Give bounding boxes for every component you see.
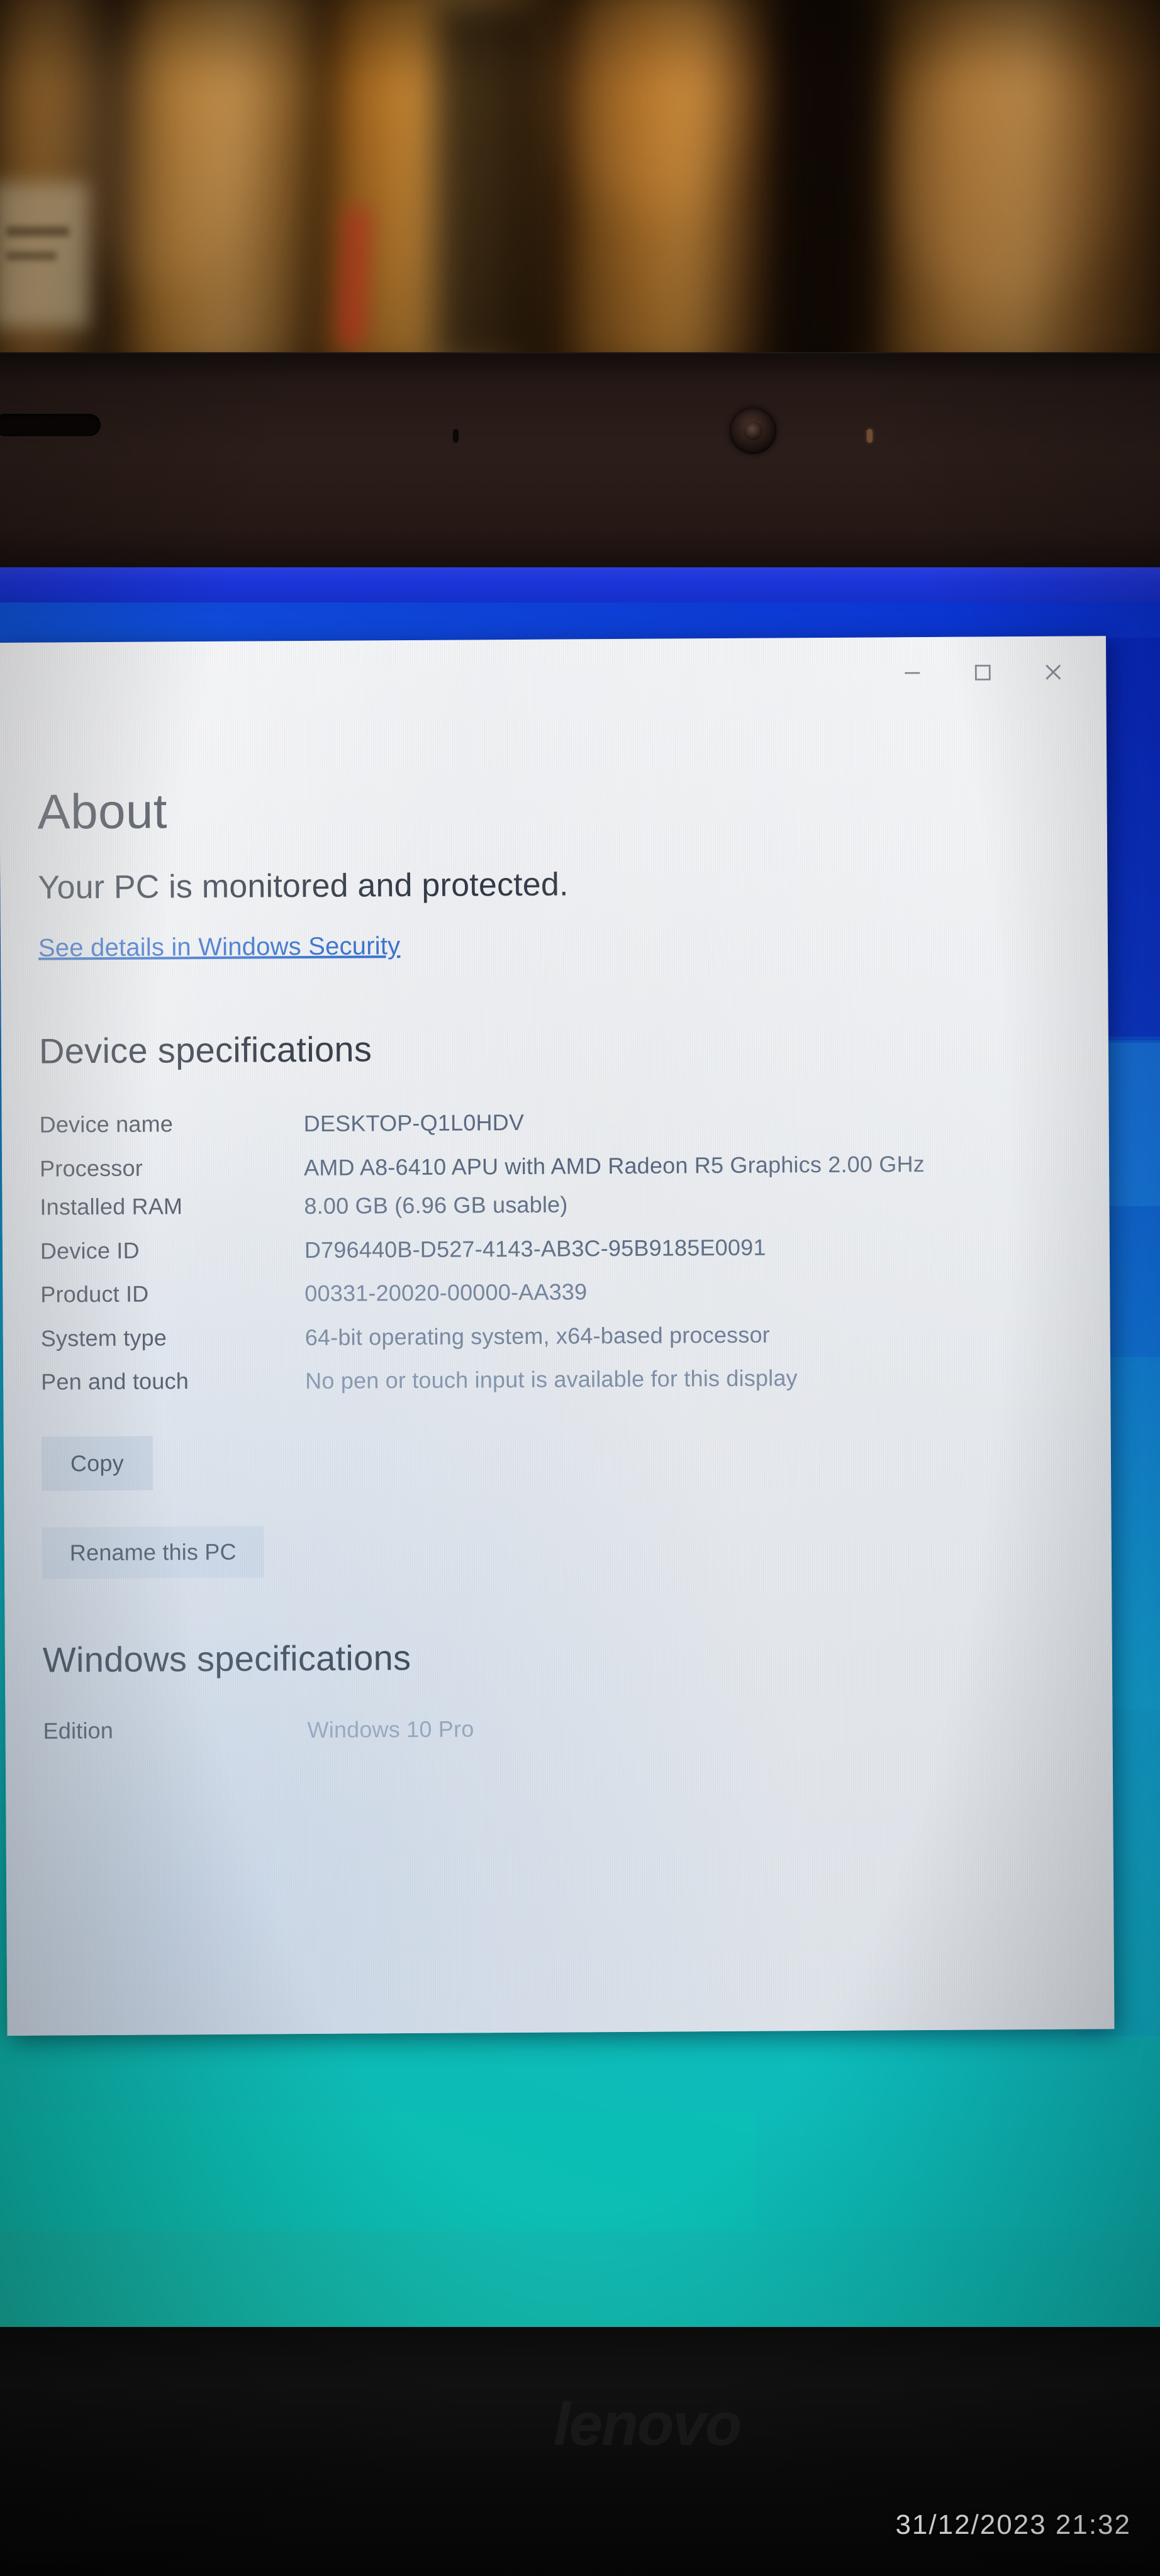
- spec-row-product-id: Product ID 00331-20020-00000-AA339: [40, 1274, 1072, 1311]
- spec-row-processor: Processor AMD A8-6410 APU with AMD Radeo…: [40, 1148, 1071, 1184]
- lenovo-logo: lenovo: [554, 2390, 742, 2458]
- background-label-line: [6, 252, 57, 260]
- spec-label: Edition: [43, 1717, 114, 1744]
- spec-value: 00331-20020-00000-AA339: [304, 1279, 588, 1307]
- spec-value: No pen or touch input is available for t…: [305, 1365, 798, 1394]
- protection-status-text: Your PC is monitored and protected.: [38, 866, 569, 906]
- webcam-lens-inner: [744, 421, 762, 440]
- background-shadow: [786, 0, 881, 368]
- spec-row-pen-and-touch: Pen and touch No pen or touch input is a…: [41, 1362, 1073, 1398]
- spec-label: Installed RAM: [40, 1193, 183, 1220]
- spec-row-system-type: System type 64-bit operating system, x64…: [41, 1318, 1073, 1354]
- camera-timestamp-overlay: 31/12/2023 21:32: [895, 2509, 1131, 2540]
- spec-value: 64-bit operating system, x64-based proce…: [304, 1321, 771, 1350]
- spec-row-device-id: Device ID D796440B-D527-4143-AB3C-95B918…: [40, 1230, 1072, 1267]
- device-specifications-heading: Device specifications: [38, 1029, 372, 1071]
- spec-label: Product ID: [40, 1280, 149, 1307]
- spec-value: D796440B-D527-4143-AB3C-95B9185E0091: [304, 1234, 766, 1263]
- spec-label: System type: [40, 1324, 167, 1352]
- laptop-top-bezel: [0, 352, 1160, 575]
- screen-top-glow: [0, 567, 1160, 604]
- background-label-line: [6, 226, 69, 236]
- wallpaper-band: [0, 2112, 755, 2231]
- spec-label: Pen and touch: [41, 1368, 189, 1395]
- background-shadow: [434, 0, 547, 368]
- laptop-screen: About Your PC is monitored and protected…: [0, 567, 1160, 2328]
- rename-this-pc-button[interactable]: Rename this PC: [42, 1526, 265, 1579]
- spec-row-edition: Edition Windows 10 Pro: [43, 1710, 1074, 1746]
- spec-value: AMD A8-6410 APU with AMD Radeon R5 Graph…: [303, 1150, 925, 1180]
- bezel-texture: [0, 352, 1160, 575]
- spec-row-installed-ram: Installed RAM 8.00 GB (6.96 GB usable): [40, 1187, 1071, 1223]
- camera-indicator-led: [867, 429, 873, 443]
- windows-specifications-heading: Windows specifications: [42, 1637, 411, 1680]
- about-page-content: About Your PC is monitored and protected…: [37, 781, 1074, 1760]
- spec-label: Device ID: [40, 1237, 140, 1264]
- minimize-button[interactable]: [877, 648, 947, 698]
- spec-value: DESKTOP-Q1L0HDV: [303, 1109, 525, 1137]
- background-scene: [0, 0, 1160, 368]
- close-button[interactable]: [1018, 647, 1088, 697]
- photographed-laptop-screen: About Your PC is monitored and protected…: [0, 0, 1160, 2576]
- background-highlight: [75, 25, 239, 289]
- window-controls: [877, 647, 1088, 697]
- bezel-vent-slot: [0, 414, 101, 436]
- settings-window: About Your PC is monitored and protected…: [0, 636, 1115, 2036]
- spec-label: Processor: [39, 1155, 143, 1182]
- copy-button[interactable]: Copy: [41, 1436, 153, 1491]
- spec-value: 8.00 GB (6.96 GB usable): [304, 1191, 568, 1219]
- microphone-icon: [453, 429, 459, 443]
- spec-value: Windows 10 Pro: [307, 1716, 474, 1743]
- spec-row-device-name: Device name DESKTOP-Q1L0HDV: [40, 1104, 1071, 1141]
- windows-security-link[interactable]: See details in Windows Security: [38, 932, 401, 963]
- spec-label: Device name: [39, 1111, 174, 1138]
- maximize-button[interactable]: [947, 648, 1018, 697]
- page-title: About: [37, 783, 168, 840]
- background-highlight: [893, 38, 1107, 308]
